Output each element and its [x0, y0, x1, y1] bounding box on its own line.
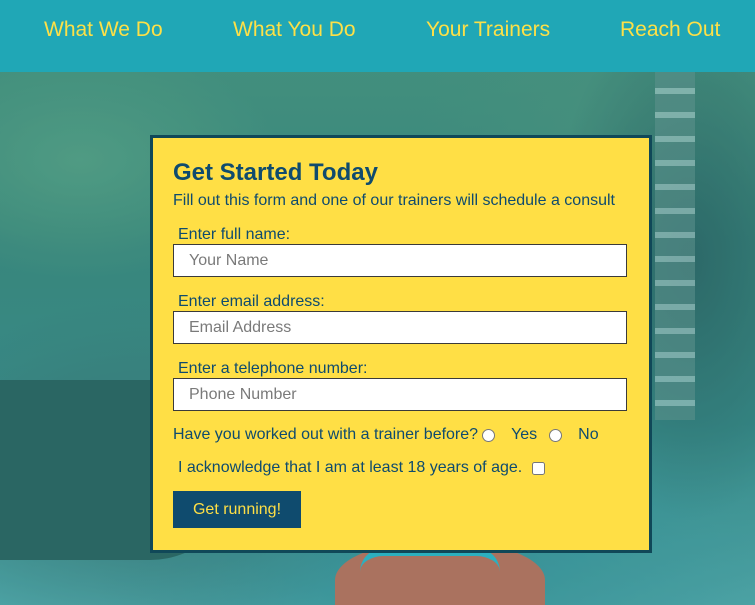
top-navigation-bar: What We Do What You Do Your Trainers Rea…: [0, 0, 755, 72]
phone-input[interactable]: [173, 378, 627, 411]
nav-link-reach-out[interactable]: Reach Out: [620, 18, 720, 42]
full-name-input[interactable]: [173, 244, 627, 277]
nav-link-what-we-do[interactable]: What We Do: [44, 18, 163, 42]
get-running-button[interactable]: Get running!: [173, 491, 301, 528]
phone-field-label: Enter a telephone number:: [178, 360, 368, 377]
trainer-no-radio[interactable]: [549, 428, 563, 442]
trainer-no-label: No: [578, 426, 599, 443]
page: What We Do What You Do Your Trainers Rea…: [0, 0, 755, 605]
trainer-question-row: Have you worked out with a trainer befor…: [173, 426, 599, 444]
consult-form-card: Get Started Today Fill out this form and…: [150, 135, 652, 553]
name-field-label: Enter full name:: [178, 226, 291, 243]
email-input[interactable]: [173, 311, 627, 344]
trainer-question-label: Have you worked out with a trainer befor…: [173, 426, 479, 443]
age-acknowledge-checkbox[interactable]: [532, 461, 546, 475]
nav-link-your-trainers[interactable]: Your Trainers: [426, 18, 550, 42]
age-acknowledge-label: I acknowledge that I am at least 18 year…: [178, 459, 523, 476]
trainer-yes-label: Yes: [511, 426, 538, 443]
email-field-label: Enter email address:: [178, 293, 325, 310]
nav-link-what-you-do[interactable]: What You Do: [233, 18, 356, 42]
form-title: Get Started Today: [173, 159, 378, 186]
age-acknowledge-row: I acknowledge that I am at least 18 year…: [178, 459, 546, 477]
trainer-yes-radio[interactable]: [482, 428, 496, 442]
form-subtitle: Fill out this form and one of our traine…: [173, 192, 615, 209]
